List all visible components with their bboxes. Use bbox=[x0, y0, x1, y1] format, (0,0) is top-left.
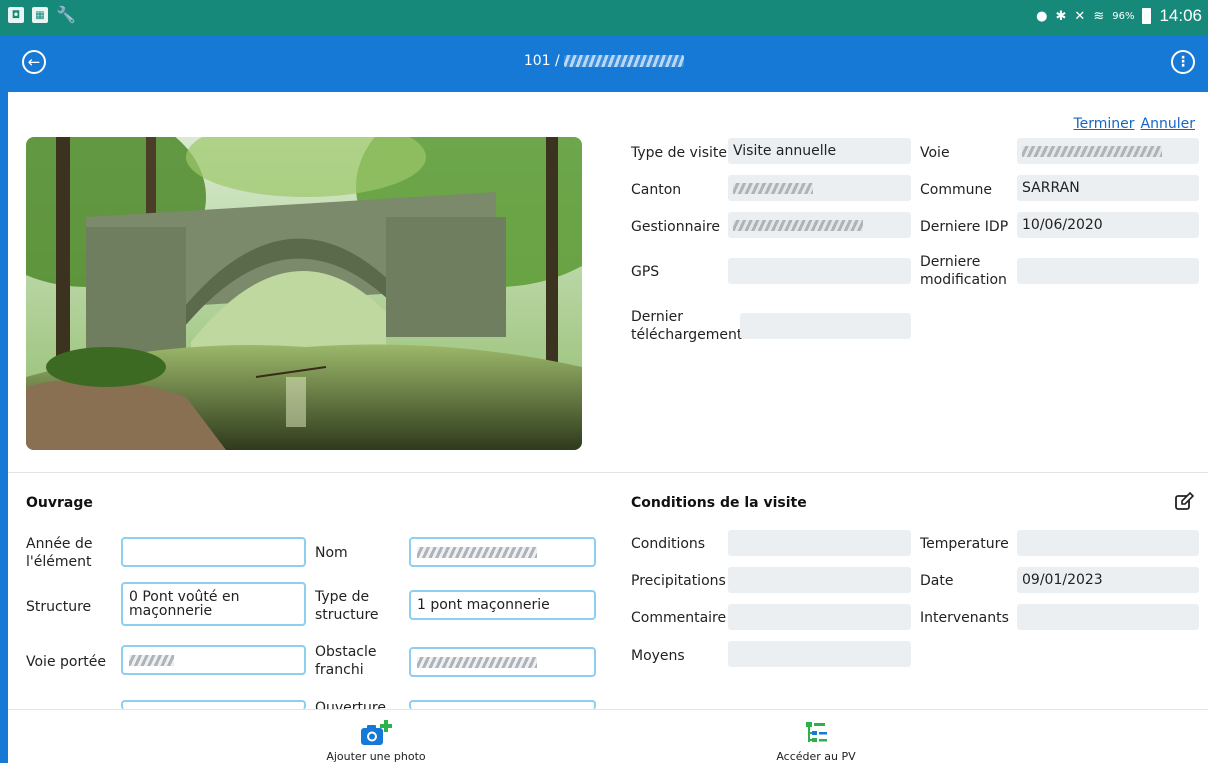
redacted-value bbox=[417, 546, 537, 558]
dernier-telechargement-label-line1: Dernier bbox=[631, 309, 684, 325]
derniere-modification-label-line1: Derniere bbox=[920, 254, 981, 270]
voie-portee-label: Voie portée bbox=[26, 654, 106, 670]
finish-link[interactable]: Terminer bbox=[1073, 116, 1134, 132]
page-title-prefix: 101 / bbox=[523, 53, 560, 69]
dernier-telechargement-label: Dernier téléchargement bbox=[631, 308, 742, 344]
obstacle-franchi-label: Obstacle franchi bbox=[315, 643, 376, 679]
structure-value-line1: 0 Pont voûté en bbox=[129, 589, 240, 605]
derniere-modification-label: Derniere modification bbox=[920, 253, 1007, 289]
type-structure-label-line2: structure bbox=[315, 607, 379, 623]
location-icon: ● bbox=[1036, 8, 1048, 24]
conditions-field[interactable] bbox=[728, 530, 911, 556]
redacted-title bbox=[564, 55, 685, 67]
battery-percent: 96% bbox=[1112, 10, 1135, 22]
commentaire-field[interactable] bbox=[728, 604, 911, 630]
conditions-label: Conditions bbox=[631, 536, 706, 552]
conditions-title: Conditions de la visite bbox=[631, 495, 807, 511]
commune-field[interactable]: SARRAN bbox=[1017, 175, 1199, 201]
redacted-value bbox=[1022, 145, 1162, 157]
precipitations-label: Precipitations bbox=[631, 573, 726, 589]
annee-element-label: Année de l'élément bbox=[26, 535, 93, 571]
gestionnaire-field[interactable] bbox=[728, 212, 911, 238]
derniere-modification-label-line2: modification bbox=[920, 272, 1007, 288]
derniere-idp-label: Derniere IDP bbox=[920, 219, 1009, 235]
type-structure-label-line1: Type de bbox=[315, 589, 370, 605]
redacted-value bbox=[129, 654, 174, 666]
bluetooth-icon: ✱ bbox=[1055, 8, 1067, 24]
app-bar: ← 101 / ⋮ bbox=[0, 35, 1208, 92]
voie-label: Voie bbox=[920, 145, 950, 161]
derniere-modification-field[interactable] bbox=[1017, 258, 1199, 284]
annee-element-label-line2: l'élément bbox=[26, 554, 92, 570]
structure-photo[interactable] bbox=[26, 137, 582, 450]
dernier-telechargement-field[interactable] bbox=[740, 313, 911, 339]
voie-portee-input[interactable] bbox=[121, 645, 306, 675]
tree-list-icon bbox=[806, 722, 827, 742]
status-bar: ◘ ▦ 🔧 ● ✱ ✕ ≋ 96% 14:06 bbox=[0, 0, 1208, 35]
add-photo-icon bbox=[361, 720, 392, 745]
obstacle-franchi-label-line2: franchi bbox=[315, 662, 364, 678]
date-label: Date bbox=[920, 573, 954, 589]
left-edge bbox=[0, 92, 8, 763]
more-options-button[interactable]: ⋮ bbox=[1171, 50, 1195, 74]
type-structure-label: Type de structure bbox=[315, 588, 379, 624]
moyens-label: Moyens bbox=[631, 648, 685, 664]
derniere-idp-field[interactable]: 10/06/2020 bbox=[1017, 212, 1199, 238]
canton-field[interactable] bbox=[728, 175, 911, 201]
wrench-icon: 🔧 bbox=[56, 5, 76, 24]
dernier-telechargement-label-line2: téléchargement bbox=[631, 327, 743, 343]
battery-icon bbox=[1142, 8, 1152, 24]
cancel-link[interactable]: Annuler bbox=[1141, 116, 1195, 132]
type-visite-field[interactable]: Visite annuelle bbox=[728, 138, 911, 164]
gps-field[interactable] bbox=[728, 258, 911, 284]
add-photo-label: Ajouter une photo bbox=[326, 750, 426, 763]
structure-label: Structure bbox=[26, 599, 92, 615]
redacted-value bbox=[417, 656, 537, 668]
annee-element-input[interactable] bbox=[121, 537, 306, 567]
ouvrage-title: Ouvrage bbox=[26, 495, 93, 511]
annee-element-label-line1: Année de bbox=[26, 536, 93, 552]
nom-label: Nom bbox=[315, 545, 348, 561]
temperature-field[interactable] bbox=[1017, 530, 1199, 556]
redacted-value bbox=[733, 182, 813, 194]
clock: 14:06 bbox=[1159, 6, 1202, 25]
intervenants-label: Intervenants bbox=[920, 610, 1009, 626]
gestionnaire-label: Gestionnaire bbox=[631, 219, 720, 235]
edit-icon[interactable] bbox=[1174, 492, 1194, 512]
type-structure-input[interactable]: 1 pont maçonnerie bbox=[409, 590, 596, 620]
precipitations-field[interactable] bbox=[728, 567, 911, 593]
moyens-field[interactable] bbox=[728, 641, 911, 667]
structure-value-line2: maçonnerie bbox=[129, 603, 213, 619]
more-vertical-icon: ⋮ bbox=[1176, 54, 1190, 70]
commentaire-label: Commentaire bbox=[631, 610, 727, 626]
date-field[interactable]: 09/01/2023 bbox=[1017, 567, 1199, 593]
type-visite-label: Type de visite bbox=[631, 145, 728, 161]
wifi-icon: ≋ bbox=[1093, 8, 1105, 24]
header-actions: Terminer Annuler bbox=[1073, 116, 1195, 132]
page-title: 101 / bbox=[0, 53, 1208, 69]
commune-label: Commune bbox=[920, 182, 992, 198]
intervenants-field[interactable] bbox=[1017, 604, 1199, 630]
notification-icon: ◘ bbox=[8, 7, 24, 23]
access-pv-button[interactable]: Accéder au PV bbox=[736, 710, 896, 763]
voie-field[interactable] bbox=[1017, 138, 1199, 164]
mute-icon: ✕ bbox=[1074, 8, 1086, 24]
nom-input[interactable] bbox=[409, 537, 596, 567]
keyboard-icon: ▦ bbox=[32, 7, 48, 23]
gps-label: GPS bbox=[631, 264, 660, 280]
add-photo-button[interactable]: Ajouter une photo bbox=[296, 710, 456, 763]
temperature-label: Temperature bbox=[920, 536, 1009, 552]
section-divider bbox=[8, 472, 1208, 473]
obstacle-franchi-input[interactable] bbox=[409, 647, 596, 677]
bottom-bar: Ajouter une photo Accéder au PV bbox=[8, 709, 1208, 764]
main-content: Terminer Annuler Type de visite Visite a… bbox=[8, 92, 1208, 716]
redacted-value bbox=[733, 219, 863, 231]
canton-label: Canton bbox=[631, 182, 682, 198]
bridge-photo-image bbox=[26, 137, 582, 450]
obstacle-franchi-label-line1: Obstacle bbox=[315, 644, 377, 660]
access-pv-label: Accéder au PV bbox=[776, 750, 856, 763]
structure-input[interactable]: 0 Pont voûté en maçonnerie bbox=[121, 582, 306, 626]
